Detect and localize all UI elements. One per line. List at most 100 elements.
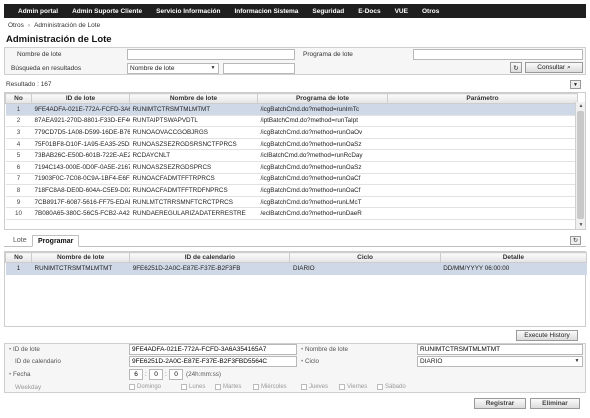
refresh-button[interactable]: ↻ [510, 62, 522, 73]
cell-detail: DD/MM/YYYY 06:00:00 [440, 262, 587, 275]
cell-param [387, 196, 578, 209]
checkbox[interactable] [215, 384, 221, 390]
menu-admin-portal[interactable]: Admin portal [4, 8, 65, 15]
col-header-id[interactable]: ID de lote [31, 93, 130, 104]
checkbox[interactable] [377, 384, 383, 390]
checkbox[interactable] [253, 384, 259, 390]
cell-program: /icgBatchCmd.do?method=runOaSz [257, 138, 388, 151]
refresh-icon: ↻ [572, 238, 579, 244]
weekday-viernes[interactable]: Viernes [339, 384, 367, 390]
lote-name-input[interactable] [127, 49, 295, 60]
cell-param [387, 115, 578, 128]
cell-no: 1 [5, 103, 32, 116]
menu-otros[interactable]: Otros [415, 8, 446, 15]
menu-seguridad[interactable]: Seguridad [305, 8, 351, 15]
schedule-table-header: No Nombre de lote ID de calendario Ciclo… [4, 252, 588, 263]
breadcrumb-item-otros[interactable]: Otros [8, 22, 24, 29]
col-header-detail[interactable]: Detalle [439, 252, 588, 263]
col-header-param[interactable]: Parámetro [387, 93, 578, 104]
tab-refresh-button[interactable]: ↻ [570, 236, 581, 245]
tab-lote[interactable]: Lote [8, 235, 32, 247]
weekday-label-text: Sábado [385, 384, 406, 390]
weekday-domingo[interactable]: Domingo [129, 384, 161, 390]
col-header-program[interactable]: Programa de lote [257, 93, 388, 104]
consult-button-label: Consultar [537, 64, 566, 71]
table-row[interactable]: 10 7B080A65-380C-56C5-FCB2-A4242 RUNDAEREG… [5, 207, 578, 220]
cell-no: 9 [5, 196, 32, 209]
menu-informacion-sistema[interactable]: Informacion Sistema [227, 8, 305, 15]
table-row[interactable]: 5 73BAB26C-E50D-601B-722E-AE2D1 RCDAYCNLT /… [5, 149, 578, 162]
tab-bar: Lote Programar [4, 235, 586, 247]
cell-id: 71903F0C-7C08-0C9A-1BF4-E6F167 [31, 173, 130, 186]
weekday-jueves[interactable]: Jueves [301, 384, 328, 390]
table-row[interactable]: 475F01BF8-D10F-1A95-EA35-25DF0CRUNOASZSE… [5, 138, 578, 151]
table-row[interactable]: 3 779CD7D5-1A08-D599-16DE-B767€ RUNOAOVACC… [5, 126, 578, 139]
menu-vue[interactable]: VUE [388, 8, 415, 15]
col-header-calendar-id[interactable]: ID de calendario [129, 252, 291, 263]
menu-e-docs[interactable]: E-Docs [351, 8, 387, 15]
lote-id-label-text: ID de lote [12, 346, 40, 353]
breadcrumb-item-current: Administración de Lote [34, 22, 101, 29]
weekday-martes[interactable]: Martes [215, 384, 241, 390]
search-icon: ⌕ [567, 63, 571, 71]
cell-no: 7 [5, 173, 32, 186]
table-row[interactable]: 19FE4ADFA-021E-772A-FCFD-3A6A3!RUNIMTCTR… [5, 103, 578, 116]
col-header-no[interactable]: No [4, 252, 33, 263]
cell-name: RUNOASZSEZRGDSRSNCTFPRCS [129, 138, 258, 151]
checkbox[interactable] [339, 384, 345, 390]
scroll-down-icon[interactable]: ▼ [576, 221, 586, 229]
delete-button[interactable]: Eliminar [530, 398, 580, 409]
filter-row-2: Búsqueda en resultados Nombre de lote ▼ … [5, 62, 585, 75]
execute-history-button[interactable]: Execute History [516, 330, 578, 341]
scroll-up-icon[interactable]: ▲ [576, 102, 586, 110]
menu-admin-soporte-cliente[interactable]: Admin Suporte Cliente [65, 8, 149, 15]
col-header-name[interactable]: Nombre de lote [129, 93, 258, 104]
lote-name-form-input[interactable] [417, 344, 583, 355]
cell-program: /eclBatchCmd.do?method=runDaeR [257, 207, 388, 220]
program-input[interactable] [413, 49, 583, 60]
col-header-no[interactable]: No [5, 93, 32, 104]
checkbox[interactable] [301, 384, 307, 390]
cell-id: 779CD7D5-1A08-D599-16DE-B767€ [31, 126, 130, 139]
checkbox[interactable] [181, 384, 187, 390]
lote-grid-scrollbar[interactable]: ▲ ▼ [575, 102, 585, 229]
tab-programar[interactable]: Programar [32, 235, 80, 247]
table-row[interactable]: 8 718FC8A8-DE0D-604A-C5E9-D0215 RUNOACFADM… [5, 184, 578, 197]
table-row[interactable]: 1 RUNIMTCTRSMTMLMTMT 9FE6251D-2A0C-E87E-… [5, 262, 587, 275]
table-row[interactable]: 2 87AEA921-270D-8801-F33D-EF4C8 RUNTAIPTSW… [5, 115, 578, 128]
schedule-grid: No Nombre de lote ID de calendario Ciclo… [4, 251, 588, 327]
consult-button[interactable]: Consultar ⌕ [525, 62, 583, 73]
table-row[interactable]: 6 7194C143-000E-0D0F-0A5E-216748 RUNOASZSE… [5, 161, 578, 174]
table-row[interactable]: 771903F0C-7C08-0C9A-1BF4-E6F167RUNOACFAD… [5, 173, 578, 186]
search-field-select[interactable]: Nombre de lote ▼ [127, 63, 219, 74]
calendar-id-input[interactable] [129, 356, 297, 367]
table-row[interactable]: 97CB8917F-6087-5616-FF75-EDAF6ERUNLMTCTR… [5, 196, 578, 209]
minute-input[interactable] [149, 369, 163, 380]
cell-id: 73BAB26C-E50D-601B-722E-AE2D1 [31, 149, 130, 162]
weekday-lunes[interactable]: Lunes [181, 384, 205, 390]
chevron-down-icon: ▼ [573, 82, 578, 88]
checkbox[interactable] [129, 384, 135, 390]
scrollbar-thumb[interactable] [577, 111, 584, 219]
cycle-select[interactable]: DIARIO ▼ [417, 356, 583, 367]
cell-param [387, 184, 578, 197]
register-button[interactable]: Registrar [474, 398, 526, 409]
search-results-input[interactable] [223, 63, 295, 74]
cell-no: 3 [5, 126, 32, 139]
hour-input[interactable] [129, 369, 143, 380]
search-results-label: Búsqueda en resultados [11, 65, 82, 72]
collapse-button[interactable]: ▼ [570, 80, 581, 89]
col-header-name[interactable]: Nombre de lote [31, 252, 131, 263]
cell-name: RUNIMTCTRSMTMLMTMT [31, 262, 130, 275]
lote-table: No ID de lote Nombre de lote Programa de… [5, 93, 578, 220]
second-input[interactable] [169, 369, 183, 380]
col-header-cycle[interactable]: Ciclo [289, 252, 441, 263]
weekday-miercoles[interactable]: Miércoles [253, 384, 287, 390]
lote-id-input[interactable] [129, 344, 297, 355]
cycle-select-value: DIARIO [420, 358, 443, 365]
time-separator: : [165, 371, 167, 378]
weekday-sabado[interactable]: Sábado [377, 384, 406, 390]
cell-param [387, 103, 578, 116]
lote-name-form-label-text: Nombre de lote [304, 346, 349, 353]
menu-servicio-informacion[interactable]: Servicio Información [149, 8, 227, 15]
